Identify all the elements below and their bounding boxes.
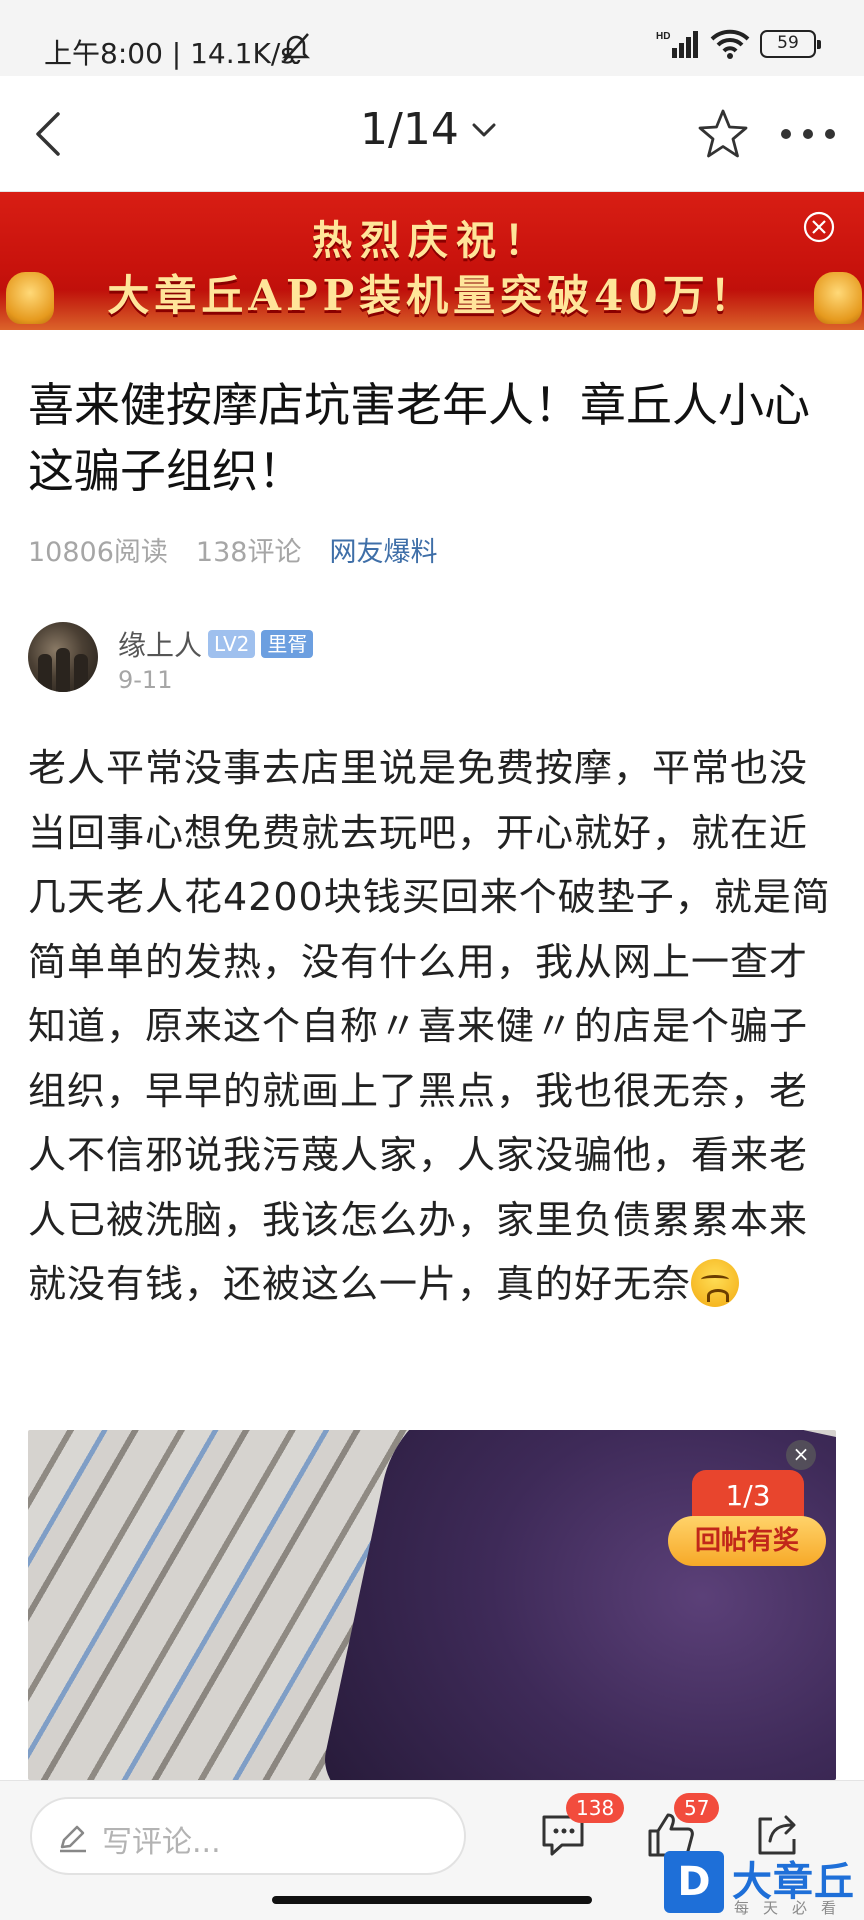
promo-banner[interactable]: 热烈庆祝！ 大章丘APP装机量突破40万！ — [0, 192, 864, 330]
battery-icon: 59 — [760, 30, 821, 58]
close-icon[interactable] — [802, 210, 836, 244]
back-icon[interactable] — [22, 104, 82, 164]
svg-text:HD: HD — [656, 31, 670, 42]
author-row[interactable]: 缘上人 LV2 里胥 9-11 — [28, 622, 848, 702]
crying-emoji-icon — [691, 1259, 740, 1307]
avatar[interactable] — [28, 622, 98, 692]
star-icon[interactable] — [694, 106, 752, 164]
wifi-icon — [710, 29, 750, 59]
level-badge: LV2 — [208, 630, 256, 658]
author-name[interactable]: 缘上人 — [118, 624, 202, 664]
page-selector[interactable]: 1/14 — [360, 104, 499, 155]
comments-button[interactable]: 138 — [536, 1793, 625, 1863]
read-count: 10806阅读 — [28, 537, 168, 568]
home-indicator[interactable] — [272, 1896, 592, 1904]
logo-mark: D — [664, 1851, 724, 1913]
article-body-text: 老人平常没事去店里说是免费按摩，平常也没当回事心想免费就去玩吧，开心就好，就在近… — [28, 746, 831, 1306]
location-badge: 里胥 — [261, 630, 314, 658]
chevron-down-icon — [472, 123, 496, 136]
signal-icon: HD — [656, 31, 698, 58]
status-bar: 上午8:00 | 14.1K/s HD 59 — [0, 0, 864, 76]
article-body: 老人平常没事去店里说是免费按摩，平常也没当回事心想免费就去玩吧，开心就好，就在近… — [28, 736, 842, 1317]
pencil-icon — [60, 1825, 86, 1853]
comment-count-badge: 138 — [566, 1793, 625, 1823]
close-icon[interactable]: × — [786, 1440, 816, 1470]
logo-slogan: 每天必看 — [734, 1899, 851, 1917]
article-meta: 10806阅读 138评论 网友爆料 — [28, 530, 437, 569]
category-link[interactable]: 网友爆料 — [329, 530, 437, 569]
status-icons: HD 59 — [656, 28, 821, 60]
comment-input[interactable]: 写评论... — [30, 1797, 466, 1875]
page-counter: 1/14 — [360, 104, 459, 155]
bell-off-icon — [281, 33, 311, 64]
comment-placeholder: 写评论... — [102, 1825, 221, 1860]
reward-button[interactable]: 回帖有奖 — [668, 1516, 826, 1566]
app-logo: D 大章丘 每天必看 — [664, 1851, 864, 1917]
top-nav: 1/14 — [0, 76, 864, 192]
more-icon[interactable] — [778, 120, 838, 148]
image-counter: 1/3 — [692, 1470, 804, 1522]
author-info: 缘上人 LV2 里胥 — [118, 624, 314, 664]
article-image[interactable]: × 1/3 回帖有奖 — [28, 1430, 836, 1780]
article-title: 喜来健按摩店坑害老年人！章丘人小心这骗子组织！ — [28, 378, 810, 498]
post-date: 9-11 — [118, 666, 173, 694]
banner-subline: 大章丘APP装机量突破40万！ — [107, 271, 757, 320]
banner-headline: 热烈庆祝！ — [312, 217, 552, 264]
status-time: 上午8:00 | 14.1K/s — [44, 37, 295, 70]
like-count-badge: 57 — [674, 1793, 720, 1823]
comment-count-text: 138评论 — [195, 537, 302, 568]
